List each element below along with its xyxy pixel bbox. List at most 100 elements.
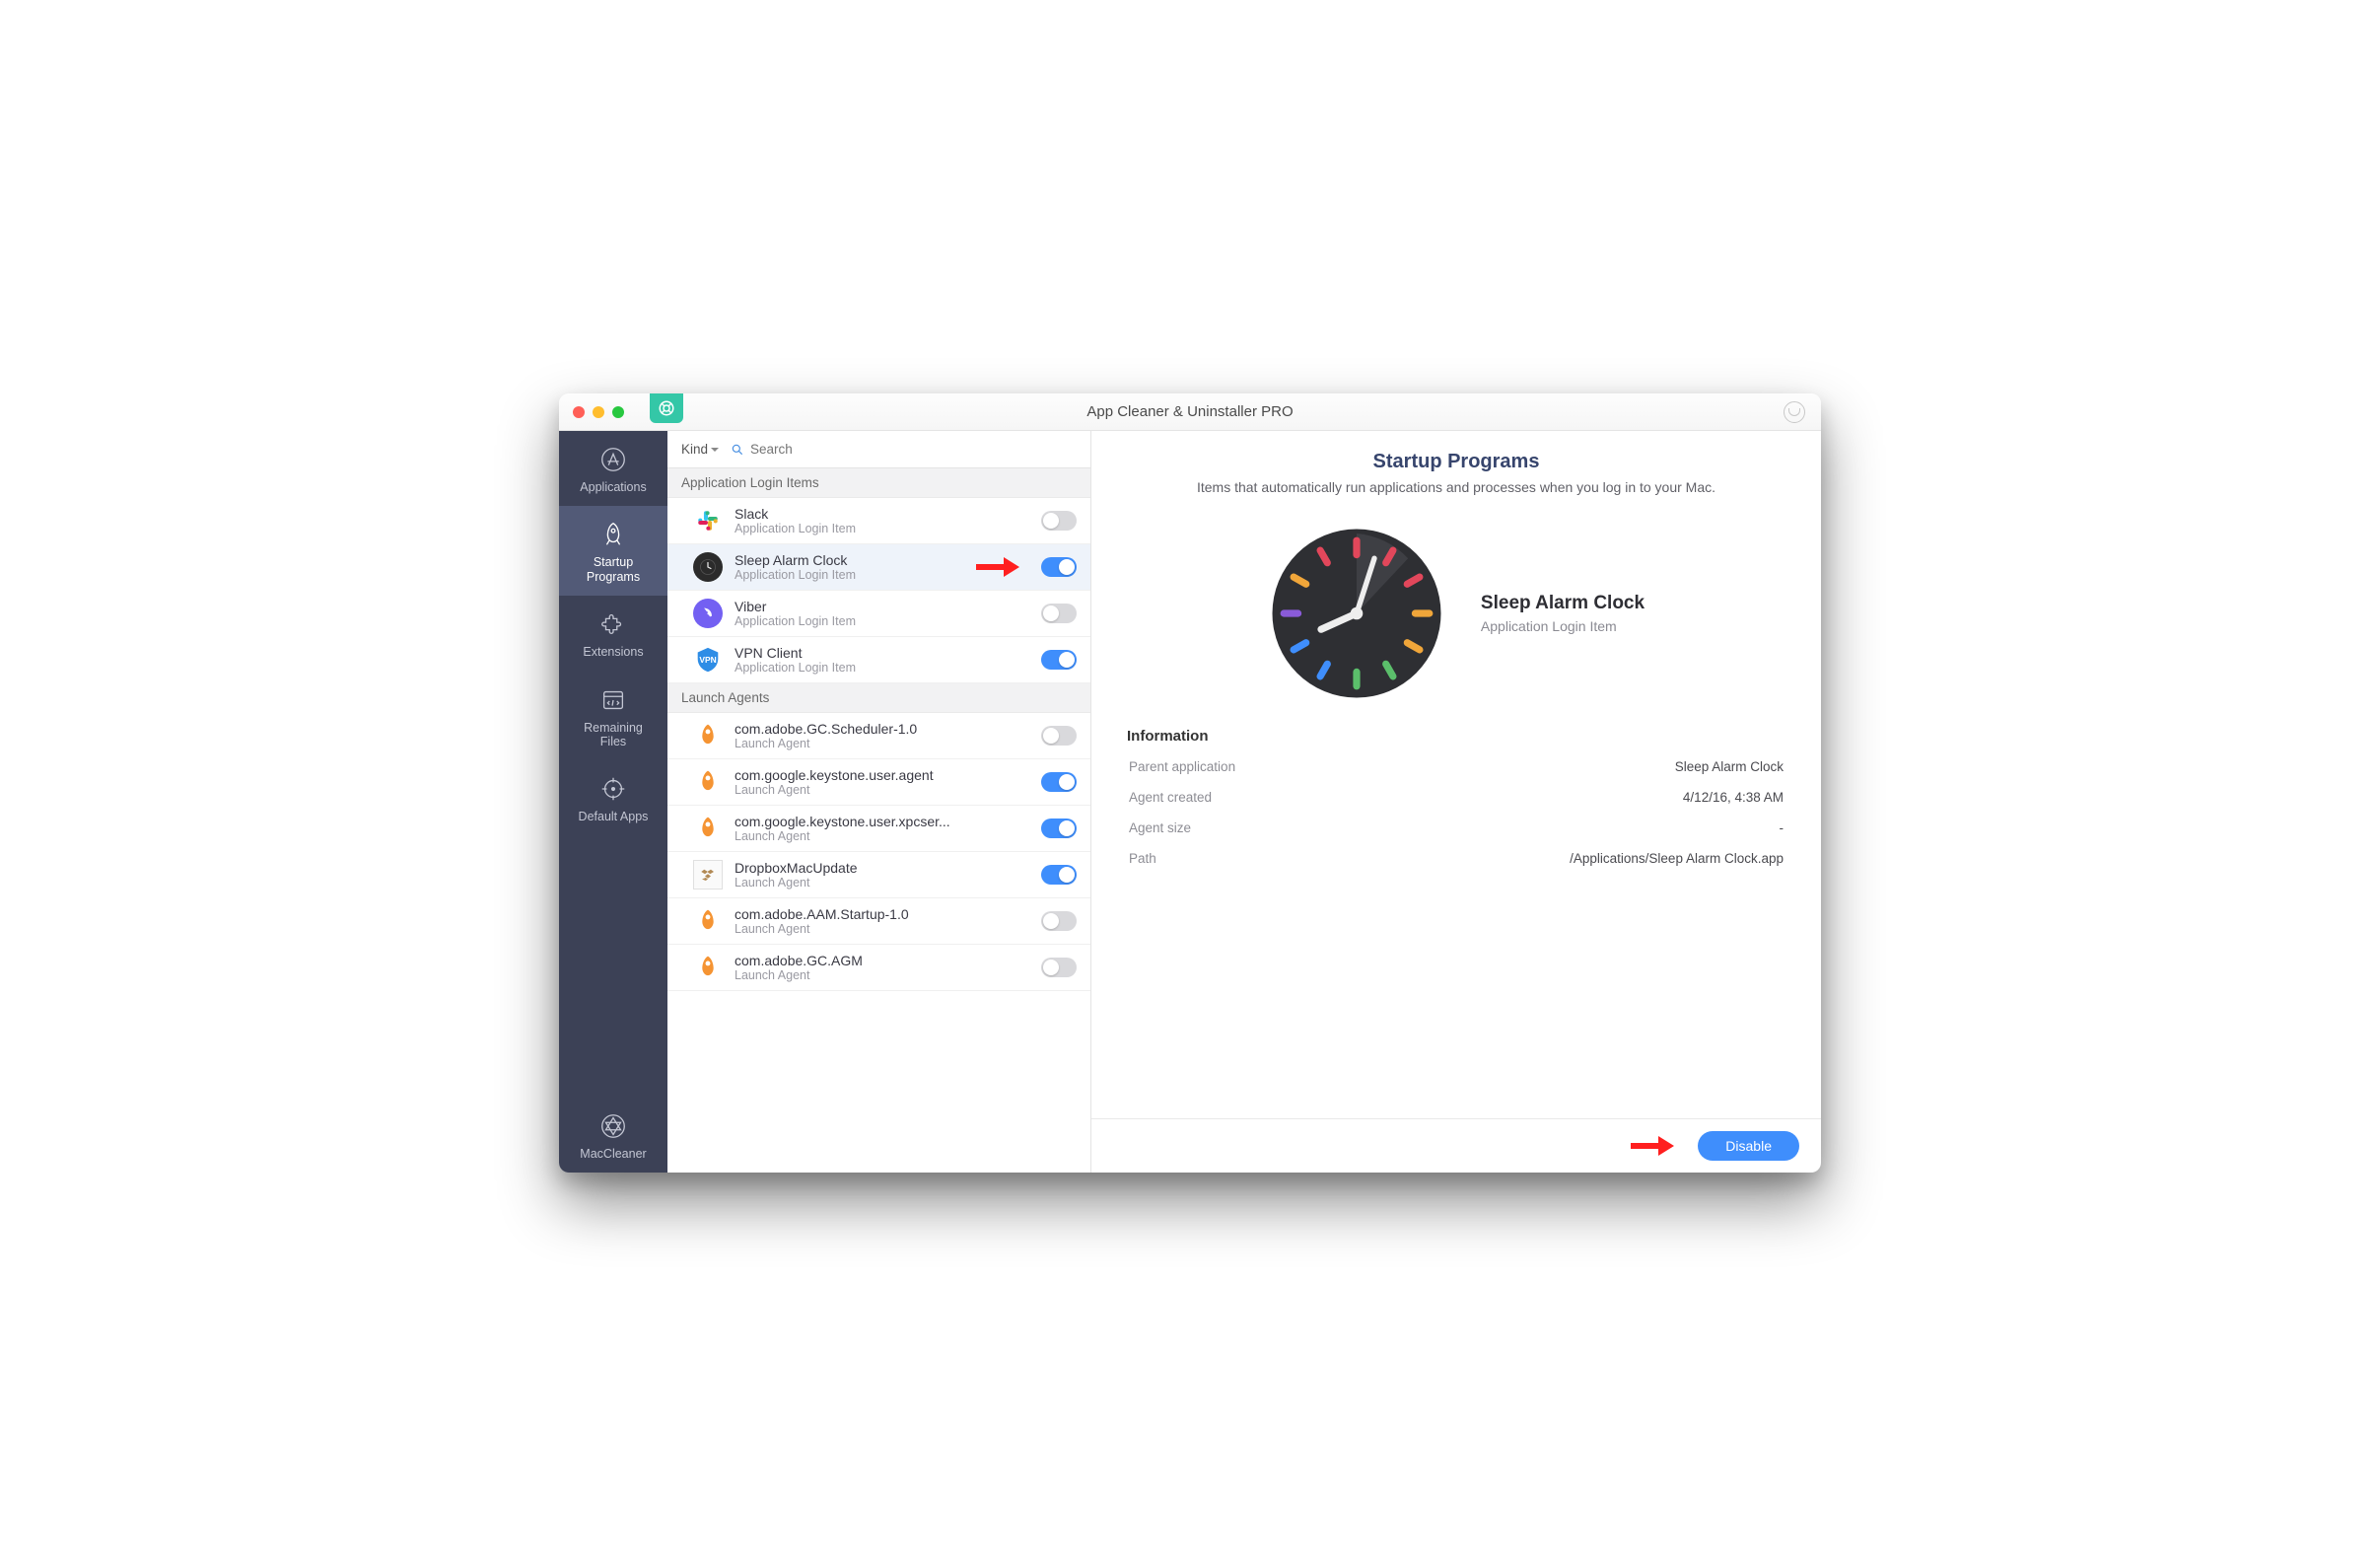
items-list-column: Kind Application Login Items Slack Appli…	[667, 431, 1091, 1173]
sidebar-item-label: Default Apps	[579, 810, 649, 823]
item-subtitle: Application Login Item	[735, 568, 964, 582]
item-subtitle: Launch Agent	[735, 783, 1029, 797]
hexagram-icon	[598, 1111, 628, 1141]
detail-hero: Sleep Alarm Clock Application Login Item	[1127, 525, 1785, 702]
detail-description: Items that automatically run application…	[1127, 479, 1785, 495]
item-name: com.adobe.AAM.Startup-1.0	[735, 906, 1029, 922]
hero-subtitle: Application Login Item	[1481, 618, 1645, 634]
info-value: 4/12/16, 4:38 AM	[1348, 783, 1784, 812]
sidebar-item-remaining-files[interactable]: Remaining Files	[559, 672, 667, 761]
clock-icon	[693, 552, 723, 582]
item-name: Sleep Alarm Clock	[735, 552, 964, 568]
items-scroll[interactable]: Application Login Items Slack Applicatio…	[667, 468, 1090, 1173]
list-item[interactable]: com.google.keystone.user.agent Launch Ag…	[667, 759, 1090, 806]
enable-toggle[interactable]	[1041, 911, 1077, 931]
rocket-icon	[693, 953, 723, 982]
sidebar-item-label: Applications	[580, 480, 646, 494]
window-title: App Cleaner & Uninstaller PRO	[559, 403, 1821, 420]
item-name: com.google.keystone.user.xpcser...	[735, 814, 1029, 829]
list-item[interactable]: com.adobe.AAM.Startup-1.0 Launch Agent	[667, 898, 1090, 945]
enable-toggle[interactable]	[1041, 865, 1077, 885]
enable-toggle[interactable]	[1041, 604, 1077, 623]
info-value: -	[1348, 814, 1784, 842]
close-window-button[interactable]	[573, 406, 585, 418]
rocket-icon	[693, 767, 723, 797]
item-name: DropboxMacUpdate	[735, 860, 1029, 876]
list-item[interactable]: Slack Application Login Item	[667, 498, 1090, 544]
sidebar-item-extensions[interactable]: Extensions	[559, 596, 667, 671]
enable-toggle[interactable]	[1041, 511, 1077, 531]
item-name: Slack	[735, 506, 1029, 522]
feedback-button[interactable]	[1784, 401, 1805, 423]
slack-icon	[693, 506, 723, 535]
viber-icon	[693, 599, 723, 628]
info-row: Path/Applications/Sleep Alarm Clock.app	[1129, 844, 1784, 873]
code-window-icon	[598, 685, 628, 715]
info-heading: Information	[1127, 728, 1785, 745]
sidebar-item-maccleaner[interactable]: MacCleaner	[559, 1098, 667, 1173]
list-item[interactable]: com.google.keystone.user.xpcser... Launc…	[667, 806, 1090, 852]
vpn-icon: VPN	[693, 645, 723, 675]
detail-column: Startup Programs Items that automaticall…	[1091, 431, 1821, 1173]
enable-toggle[interactable]	[1041, 726, 1077, 746]
list-item[interactable]: com.adobe.GC.AGM Launch Agent	[667, 945, 1090, 991]
rocket-icon	[693, 814, 723, 843]
search-input[interactable]	[750, 442, 878, 457]
list-toolbar: Kind	[667, 431, 1090, 468]
section-header-login-items: Application Login Items	[667, 468, 1090, 498]
sidebar-item-label: Extensions	[583, 645, 643, 659]
dropbox-icon	[693, 860, 723, 890]
rocket-icon	[598, 520, 628, 549]
enable-toggle[interactable]	[1041, 958, 1077, 977]
sort-kind-dropdown[interactable]: Kind	[681, 442, 719, 457]
annotation-arrow	[976, 559, 1029, 575]
info-key: Parent application	[1129, 752, 1346, 781]
list-item[interactable]: DropboxMacUpdate Launch Agent	[667, 852, 1090, 898]
info-table: Parent applicationSleep Alarm Clock Agen…	[1127, 750, 1785, 875]
zoom-window-button[interactable]	[612, 406, 624, 418]
sidebar-item-label: Startup Programs	[587, 555, 640, 584]
search-field-wrap	[731, 442, 878, 457]
enable-toggle[interactable]	[1041, 650, 1077, 670]
list-item[interactable]: VPN VPN Client Application Login Item	[667, 637, 1090, 683]
life-ring-icon	[658, 399, 675, 417]
detail-footer: Disable	[1091, 1118, 1821, 1173]
item-subtitle: Launch Agent	[735, 737, 1029, 750]
help-badge-button[interactable]	[650, 393, 683, 423]
sidebar-item-label: MacCleaner	[580, 1147, 646, 1161]
hero-text: Sleep Alarm Clock Application Login Item	[1481, 593, 1645, 634]
item-subtitle: Launch Agent	[735, 829, 1029, 843]
rocket-icon	[693, 906, 723, 936]
item-name: com.adobe.GC.Scheduler-1.0	[735, 721, 1029, 737]
hero-clock-icon	[1268, 525, 1445, 702]
item-subtitle: Launch Agent	[735, 922, 1029, 936]
item-name: Viber	[735, 599, 1029, 614]
info-value: /Applications/Sleep Alarm Clock.app	[1348, 844, 1784, 873]
enable-toggle[interactable]	[1041, 557, 1077, 577]
info-row: Parent applicationSleep Alarm Clock	[1129, 752, 1784, 781]
list-item[interactable]: Viber Application Login Item	[667, 591, 1090, 637]
section-header-launch-agents: Launch Agents	[667, 683, 1090, 713]
target-icon	[598, 774, 628, 804]
info-value: Sleep Alarm Clock	[1348, 752, 1784, 781]
disable-button[interactable]: Disable	[1698, 1131, 1799, 1161]
app-store-icon	[598, 445, 628, 474]
titlebar: App Cleaner & Uninstaller PRO	[559, 393, 1821, 431]
enable-toggle[interactable]	[1041, 772, 1077, 792]
svg-text:VPN: VPN	[699, 655, 716, 665]
enable-toggle[interactable]	[1041, 819, 1077, 838]
sidebar-item-startup-programs[interactable]: Startup Programs	[559, 506, 667, 596]
minimize-window-button[interactable]	[593, 406, 604, 418]
info-row: Agent created4/12/16, 4:38 AM	[1129, 783, 1784, 812]
info-key: Agent created	[1129, 783, 1346, 812]
list-item[interactable]: Sleep Alarm Clock Application Login Item	[667, 544, 1090, 591]
detail-body: Startup Programs Items that automaticall…	[1091, 431, 1821, 1118]
sidebar-item-default-apps[interactable]: Default Apps	[559, 760, 667, 835]
info-row: Agent size-	[1129, 814, 1784, 842]
item-subtitle: Application Login Item	[735, 614, 1029, 628]
sort-kind-label: Kind	[681, 442, 708, 457]
list-item[interactable]: com.adobe.GC.Scheduler-1.0 Launch Agent	[667, 713, 1090, 759]
sidebar-item-applications[interactable]: Applications	[559, 431, 667, 506]
window-controls	[559, 406, 624, 418]
rocket-icon	[693, 721, 723, 750]
